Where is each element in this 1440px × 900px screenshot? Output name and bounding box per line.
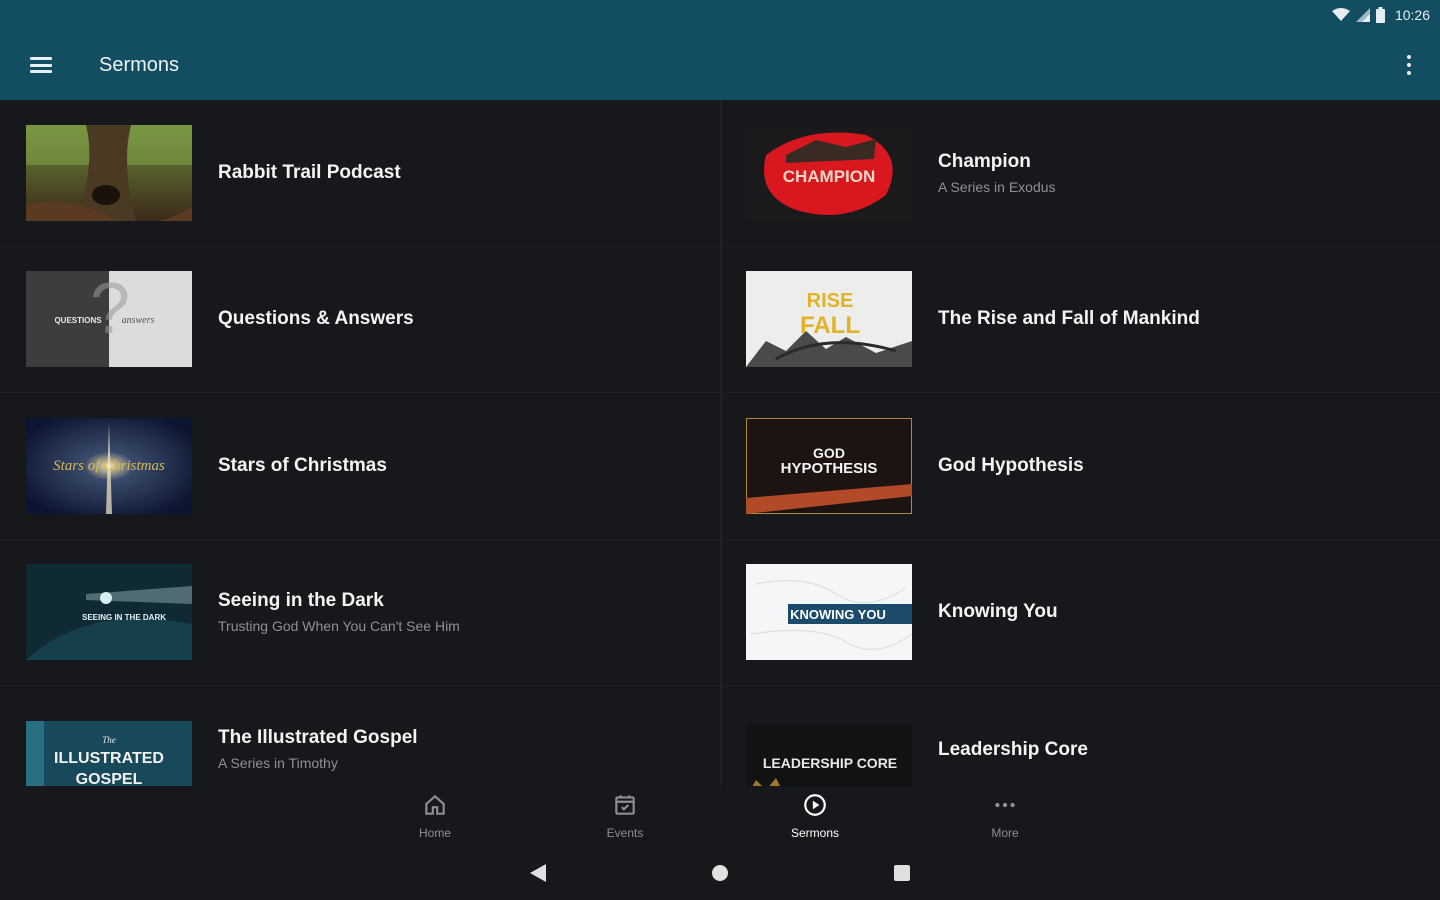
svg-text:GOD: GOD	[813, 445, 845, 461]
status-bar: 10:26	[0, 0, 1440, 30]
menu-icon[interactable]	[30, 57, 52, 73]
nav-label: Sermons	[790, 826, 840, 840]
home-button-icon[interactable]	[710, 862, 730, 884]
sermon-title: The Illustrated Gospel	[218, 726, 418, 748]
svg-text:Stars of Christmas: Stars of Christmas	[53, 458, 165, 474]
svg-text:answers: answers	[122, 315, 155, 326]
svg-text:LEADERSHIP CORE: LEADERSHIP CORE	[763, 755, 897, 771]
sermon-subtitle: A Series in Exodus	[938, 178, 1056, 195]
nav-events[interactable]: Events	[575, 792, 675, 840]
home-icon	[425, 794, 445, 815]
recents-icon[interactable]	[892, 862, 912, 884]
sermon-title: Champion	[938, 150, 1031, 172]
svg-text:KNOWING YOU: KNOWING YOU	[790, 607, 886, 622]
bottom-navigation: Home Events Sermons More	[0, 786, 1440, 848]
sermon-thumbnail	[26, 124, 192, 221]
sermon-title: Stars of Christmas	[218, 454, 387, 476]
sermon-thumbnail: ? QUESTIONS answers	[26, 271, 192, 368]
calendar-icon	[615, 795, 635, 815]
sermon-item-god-hypothesis[interactable]: GOD HYPOTHESIS God Hypothesis	[722, 393, 1440, 540]
wifi-icon	[1331, 8, 1350, 21]
sermon-item-seeing-in-the-dark[interactable]: SEEING IN THE DARK Seeing in the Dark Tr…	[0, 540, 720, 686]
sermon-thumbnail: The ILLUSTRATED GOSPEL	[26, 711, 192, 786]
system-navigation-bar	[0, 848, 1440, 900]
sermon-item-champion[interactable]: CHAMPION Champion A Series in Exodus	[722, 100, 1440, 247]
nav-label: Events	[606, 826, 644, 840]
play-circle-icon	[804, 794, 826, 816]
nav-label: More	[991, 826, 1019, 840]
sermon-thumbnail: CHAMPION	[746, 124, 912, 221]
nav-label: Home	[418, 826, 451, 840]
sermon-title: The Rise and Fall of Mankind	[938, 308, 1200, 330]
nav-more[interactable]: More	[955, 792, 1055, 840]
svg-text:?: ?	[90, 271, 130, 349]
svg-text:ILLUSTRATED: ILLUSTRATED	[54, 750, 164, 767]
sermon-item-rabbit-trail[interactable]: Rabbit Trail Podcast	[0, 100, 720, 247]
signal-icon	[1355, 8, 1370, 22]
sermon-item-illustrated-gospel[interactable]: The ILLUSTRATED GOSPEL The Illustrated G…	[0, 686, 720, 786]
sermon-grid[interactable]: Rabbit Trail Podcast ? QUESTIONS answers…	[0, 100, 1440, 786]
sermon-thumbnail: LEADERSHIP CORE	[746, 713, 912, 786]
sermon-subtitle: A Series in Timothy	[218, 754, 338, 771]
sermon-column-left: Rabbit Trail Podcast ? QUESTIONS answers…	[0, 100, 720, 786]
status-time: 10:26	[1394, 7, 1430, 23]
more-horizontal-icon	[995, 802, 1015, 808]
svg-text:RISE: RISE	[807, 290, 854, 312]
sermon-thumbnail: SEEING IN THE DARK	[26, 564, 192, 661]
sermon-thumbnail: KNOWING YOU	[746, 564, 912, 661]
sermon-item-leadership-core[interactable]: LEADERSHIP CORE Leadership Core	[722, 686, 1440, 786]
svg-text:QUESTIONS: QUESTIONS	[54, 316, 102, 325]
sermon-title: Knowing You	[938, 601, 1058, 623]
sermon-item-knowing-you[interactable]: KNOWING YOU Knowing You	[722, 540, 1440, 686]
sermon-item-rise-and-fall[interactable]: RISE FALL The Rise and Fall of Mankind	[722, 247, 1440, 393]
sermon-title: Seeing in the Dark	[218, 590, 384, 612]
sermon-thumbnail: RISE FALL	[746, 271, 912, 368]
page-title: Sermons	[99, 53, 180, 76]
svg-text:HYPOTHESIS: HYPOTHESIS	[781, 460, 878, 477]
nav-home[interactable]: Home	[385, 792, 485, 840]
sermon-thumbnail: Stars of Christmas	[26, 417, 192, 514]
app-bar: Sermons	[0, 30, 1440, 100]
sermon-title: Rabbit Trail Podcast	[218, 161, 401, 183]
sermon-column-right: CHAMPION Champion A Series in Exodus RIS…	[720, 100, 1440, 786]
svg-text:SEEING IN THE DARK: SEEING IN THE DARK	[82, 613, 166, 622]
svg-text:CHAMPION: CHAMPION	[783, 167, 876, 186]
sermon-item-questions-answers[interactable]: ? QUESTIONS answers Questions & Answers	[0, 247, 720, 393]
svg-text:GOSPEL: GOSPEL	[76, 771, 143, 786]
sermon-item-stars-of-christmas[interactable]: Stars of Christmas Stars of Christmas	[0, 393, 720, 540]
nav-sermons[interactable]: Sermons	[765, 792, 865, 840]
sermon-title: Questions & Answers	[218, 308, 414, 330]
svg-text:The: The	[102, 735, 116, 745]
sermon-title: God Hypothesis	[938, 454, 1084, 476]
sermon-subtitle: Trusting God When You Can't See Him	[218, 618, 460, 635]
sermon-thumbnail: GOD HYPOTHESIS	[746, 417, 912, 514]
overflow-menu-icon[interactable]	[1406, 55, 1412, 75]
back-icon[interactable]	[528, 862, 548, 884]
battery-icon	[1375, 7, 1385, 23]
svg-text:FALL: FALL	[800, 312, 860, 339]
sermon-title: Leadership Core	[938, 738, 1088, 760]
